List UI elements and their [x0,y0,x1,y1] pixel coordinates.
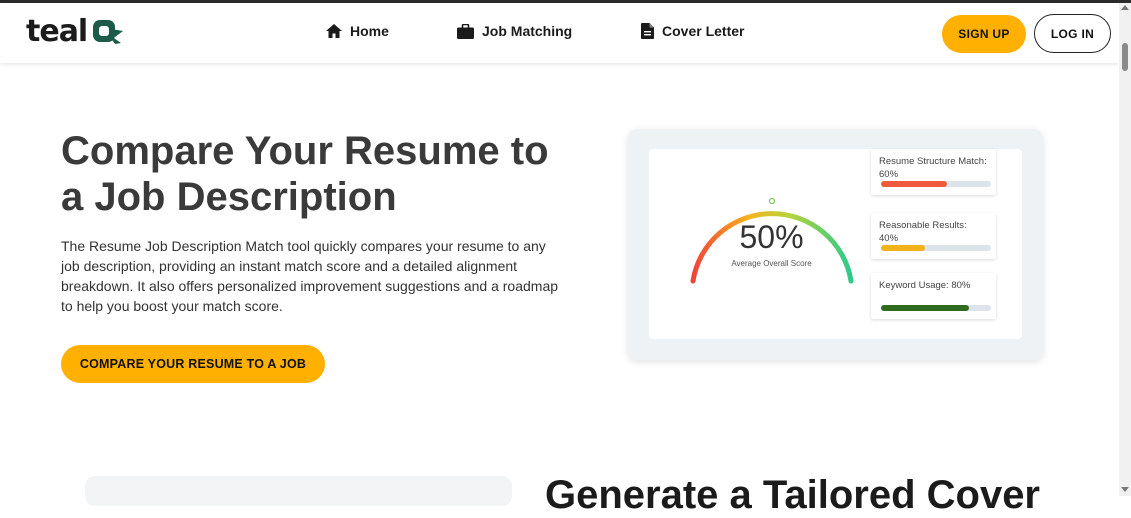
log-in-button[interactable]: LOG IN [1034,14,1111,53]
metric-bar-track [881,181,991,187]
nav-job-matching-label: Job Matching [482,23,573,39]
page-scrollbar[interactable] [1119,3,1131,496]
nav-home[interactable]: Home [326,23,389,39]
document-icon [641,23,654,39]
scroll-thumb[interactable] [1122,43,1128,71]
score-preview-panel: 50% Average Overall Score Resume Structu… [649,149,1022,339]
section-title-cover-letter: Generate a Tailored Cover [545,473,1040,517]
sign-up-button[interactable]: SIGN UP [942,15,1026,53]
metric-bar-fill [881,305,969,311]
metric-bar-fill [881,181,947,187]
site-header: teal Home Job Matching Cover Letter SIGN… [0,3,1119,63]
hero-title: Compare Your Resume to a Job Description [61,129,549,219]
logo-mark-icon [93,20,124,44]
briefcase-icon [457,23,474,39]
metric-bar-fill [881,245,925,251]
metric-keyword-usage: Keyword Usage: 80% [871,273,996,319]
nav-cover-letter[interactable]: Cover Letter [641,23,744,39]
metric-label: Keyword Usage: 80% [879,280,971,291]
metric-bar-track [881,305,991,311]
logo-text: teal [26,14,88,49]
scroll-up-arrow-icon[interactable] [1121,5,1129,10]
home-icon [326,24,342,38]
metric-label: Resume Structure Match: 60% [879,156,987,180]
scroll-down-arrow-icon[interactable] [1121,487,1129,492]
teal-logo[interactable]: teal [26,17,125,47]
gauge-marker [768,197,776,205]
nav-home-label: Home [350,23,389,39]
nav-cover-letter-label: Cover Letter [662,23,745,39]
metric-reasonable-results: Reasonable Results: 40% [871,213,996,259]
overall-score-label: Average Overall Score [731,259,812,268]
hero-description: The Resume Job Description Match tool qu… [61,238,559,314]
metric-bar-track [881,245,991,251]
metric-label: Reasonable Results: 40% [879,220,967,244]
nav-job-matching[interactable]: Job Matching [457,23,572,39]
compare-resume-button[interactable]: COMPARE YOUR RESUME TO A JOB [61,345,325,383]
metric-resume-structure: Resume Structure Match: 60% [871,149,996,195]
cover-letter-preview-card [85,476,512,506]
overall-score-value: 50% [739,219,804,255]
score-preview-card: 50% Average Overall Score Resume Structu… [628,129,1043,360]
